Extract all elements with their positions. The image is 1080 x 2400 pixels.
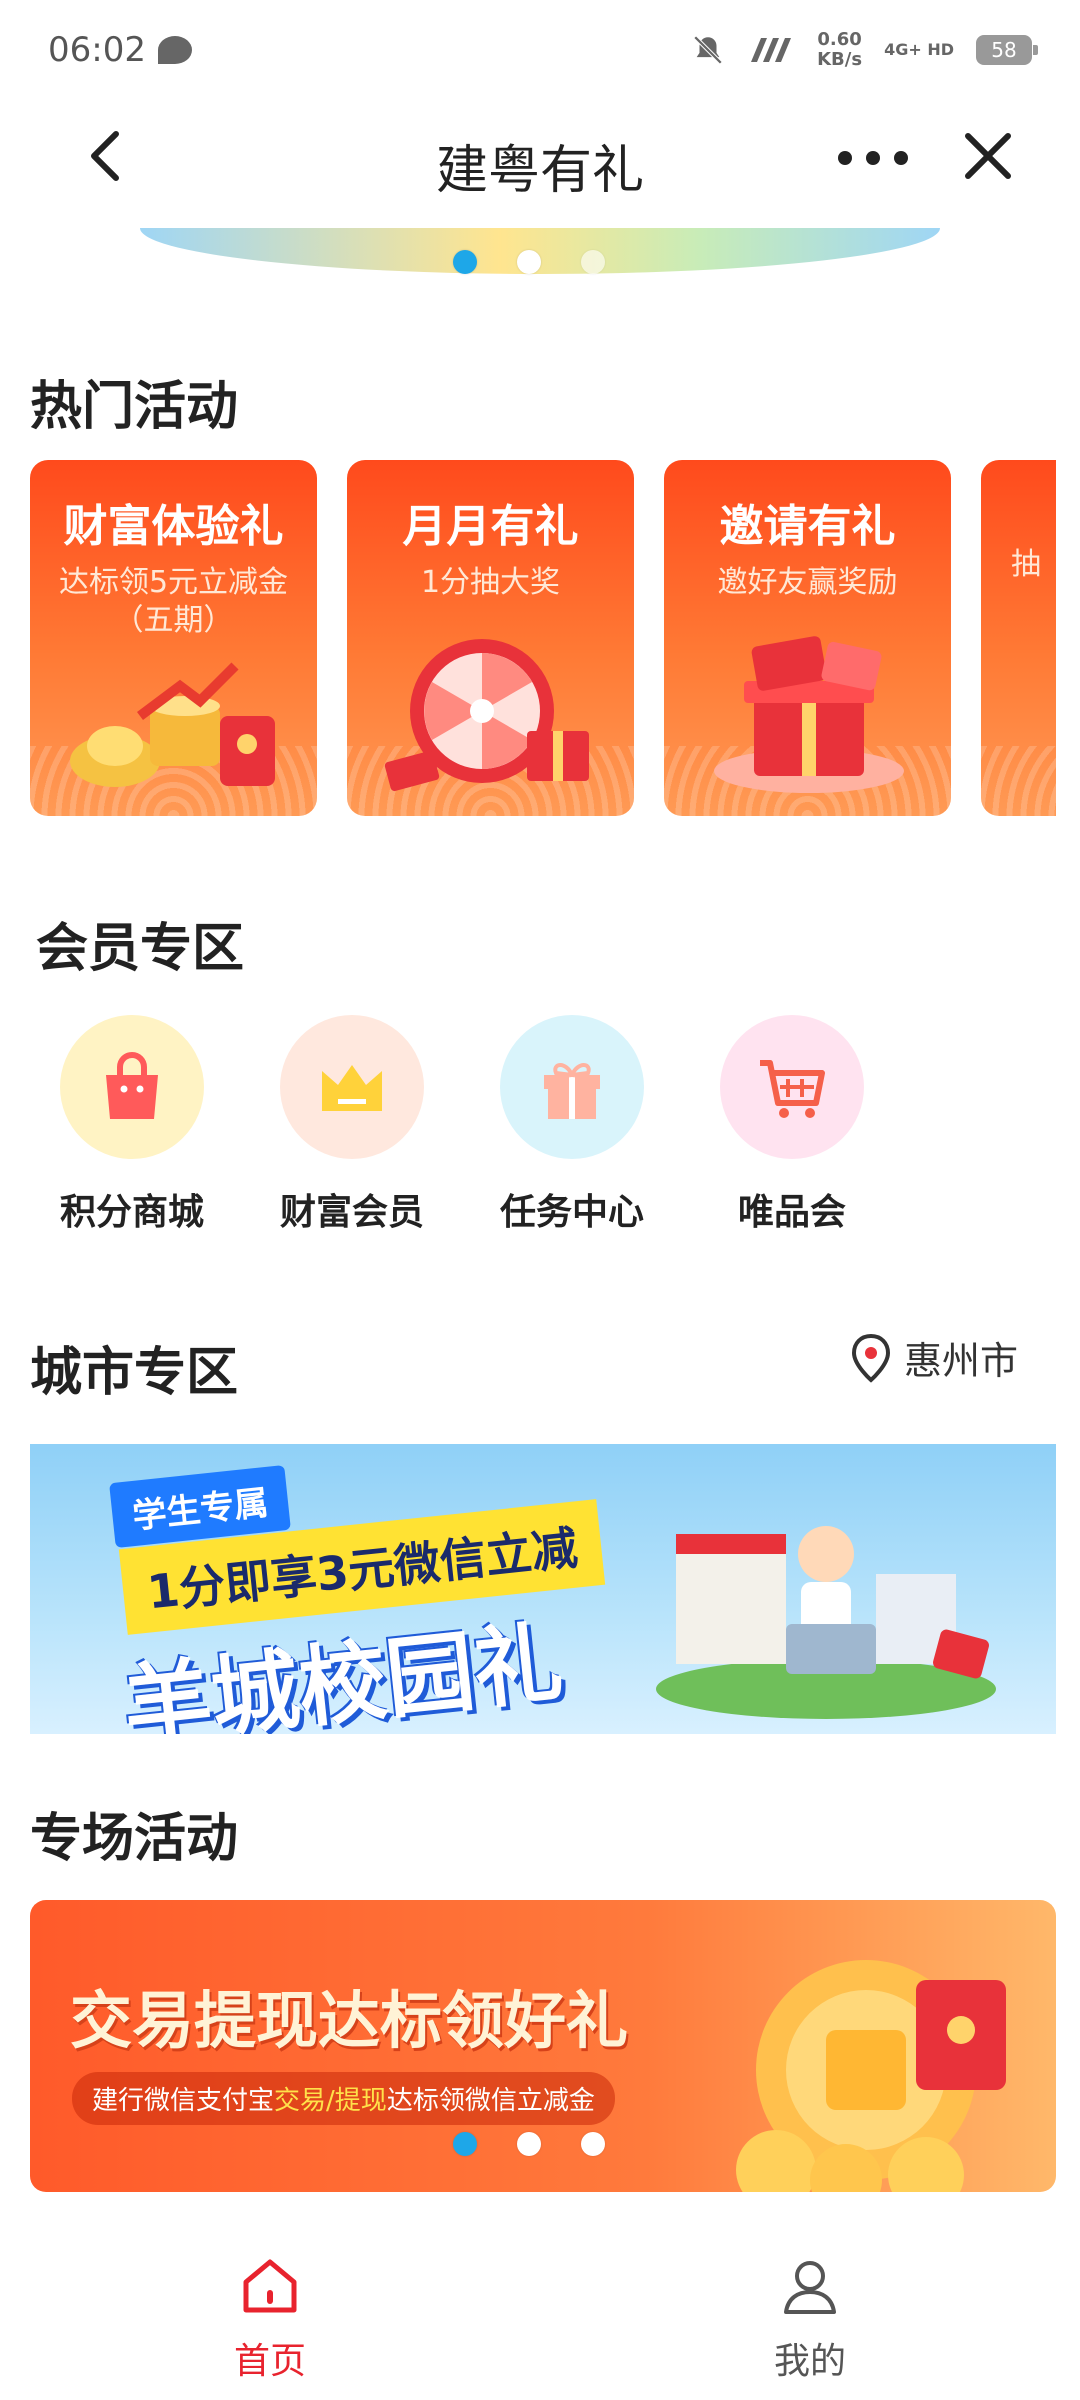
shopping-cart-icon <box>720 1015 864 1159</box>
page-title: 建粤有礼 <box>435 141 644 201</box>
carousel-dot[interactable] <box>581 2132 605 2156</box>
member-wealth-member[interactable]: 财富会员 <box>280 1015 424 1235</box>
hot-card-wealth-experience[interactable]: 财富体验礼 达标领5元立减金 （五期） <box>30 460 317 816</box>
member-zone-row: 积分商城 财富会员 任务中心 唯品会 <box>60 1015 864 1235</box>
carousel-dot[interactable] <box>581 250 605 274</box>
section-title-member: 会员专区 <box>36 919 245 979</box>
network-type: 4G+ HD <box>884 40 954 59</box>
gift-icon <box>500 1015 644 1159</box>
tab-home[interactable]: 首页 <box>0 2230 540 2400</box>
top-carousel-dots <box>453 250 605 274</box>
tab-mine[interactable]: 我的 <box>540 2230 1080 2400</box>
city-location-selector[interactable]: 惠州市 <box>850 1330 1018 1385</box>
crown-icon <box>280 1015 424 1159</box>
hot-card-monthly-gift[interactable]: 月月有礼 1分抽大奖 <box>347 460 634 816</box>
home-icon <box>243 2259 297 2313</box>
close-icon[interactable] <box>958 126 1018 186</box>
carousel-dot[interactable] <box>517 250 541 274</box>
carousel-dot-active[interactable] <box>453 2132 477 2156</box>
section-title-city: 城市专区 <box>30 1343 239 1403</box>
gift-box-icon <box>714 636 904 793</box>
mute-bell-icon <box>693 35 723 65</box>
gold-coin-illustration <box>736 1960 1006 2192</box>
section-title-special: 专场活动 <box>30 1809 239 1869</box>
hot-activities-row[interactable]: 财富体验礼 达标领5元立减金 （五期） 月月有礼 1分抽大奖 邀请有礼 邀好友赢… <box>30 460 1056 820</box>
user-icon <box>784 2261 836 2314</box>
city-campus-banner[interactable]: 学生专属 1分即享3元微信立减 羊城校园礼 <box>30 1444 1056 1734</box>
status-bar: 06:02 0.60 KB/s 4G+ HD 58 <box>0 0 1080 100</box>
member-task-center[interactable]: 任务中心 <box>500 1015 644 1235</box>
prize-wheel-icon <box>384 639 589 792</box>
promo-title: 交易提现达标领好礼 <box>70 1984 629 2057</box>
network-speed: 0.60 KB/s <box>817 29 863 70</box>
promo-subtitle: 建行微信支付宝交易/提现达标领微信立减金 <box>72 2072 615 2125</box>
tab-home-label: 首页 <box>233 2341 306 2382</box>
campus-scene-illustration <box>656 1526 996 1719</box>
hot-card-invite-gift[interactable]: 邀请有礼 邀好友赢奖励 <box>664 460 951 816</box>
bottom-tab-bar: 首页 我的 <box>0 2230 1080 2400</box>
hot-card-lottery[interactable]: 抽 <box>981 460 1056 816</box>
promo-carousel-dots <box>453 2132 605 2156</box>
carousel-dot[interactable] <box>517 2132 541 2156</box>
tab-mine-label: 我的 <box>773 2341 846 2382</box>
location-pin-icon <box>851 1333 891 1383</box>
status-time: 06:02 <box>48 30 146 70</box>
shopping-bag-icon <box>60 1015 204 1159</box>
member-points-mall[interactable]: 积分商城 <box>60 1015 204 1235</box>
chat-notification-icon <box>157 36 192 64</box>
member-vipshop[interactable]: 唯品会 <box>720 1015 864 1235</box>
battery-icon: 58 <box>976 35 1038 65</box>
more-options-icon[interactable] <box>838 128 908 188</box>
section-title-hot: 热门活动 <box>30 377 239 437</box>
signal-strength-icon <box>751 38 792 62</box>
carousel-dot-active[interactable] <box>453 250 477 274</box>
nav-bar: 建粤有礼 <box>0 100 1080 220</box>
city-name: 惠州市 <box>904 1339 1019 1383</box>
gold-ingot-icon <box>70 662 275 787</box>
